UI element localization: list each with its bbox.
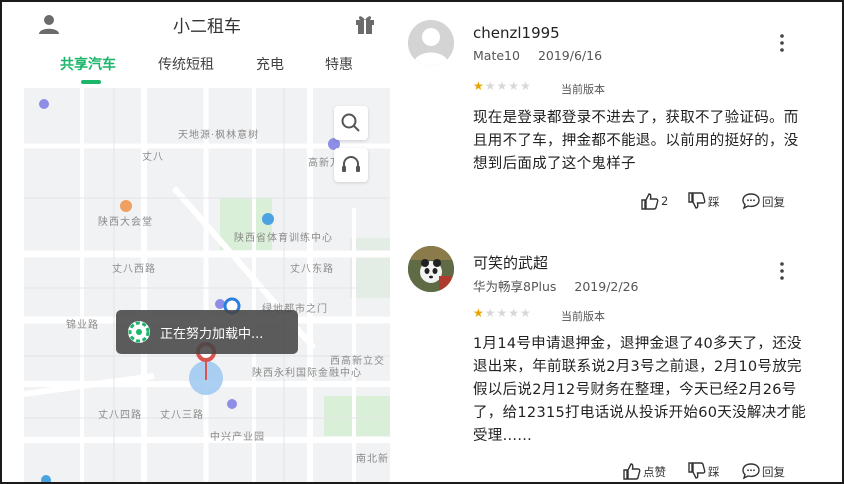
- tab-shared-car[interactable]: 共享汽车: [60, 54, 116, 74]
- review-date: 2019/6/16: [537, 48, 603, 63]
- loading-toast: 正在努力加载中...: [116, 310, 298, 354]
- tab-deals[interactable]: 特惠: [325, 54, 353, 74]
- reply-label: 回复: [762, 195, 785, 209]
- review-text: 1月14号申请退押金，退押金退了40多天了，还没退出来，年前联系说2月3号之前退…: [473, 336, 807, 444]
- dislike-label: 踩: [708, 195, 720, 209]
- map-label-yongli: 陕西永利国际金融中心: [252, 368, 362, 379]
- map-label-zhangba-3: 丈八三路: [160, 410, 204, 421]
- map-label-nanbei: 南北新: [356, 454, 389, 465]
- user-photo-avatar: [408, 246, 454, 292]
- headset-icon: [342, 156, 360, 172]
- map-label-tiandiyuan: 天地源·枫林意树: [178, 130, 260, 141]
- map-label-zhangba-west: 丈八西路: [112, 264, 156, 275]
- app-screen: 小二租车 共享汽车 传统短租 充电 特惠 天地源·枫林意树 丈八 高新万 陕西大…: [24, 4, 390, 482]
- map-label-zhangba-east: 丈八东路: [290, 264, 334, 275]
- map-search-button[interactable]: [334, 106, 368, 140]
- avatar: [408, 246, 454, 292]
- version-label: 当前版本: [561, 310, 605, 323]
- like-count: 2: [661, 194, 669, 208]
- search-icon: [341, 113, 360, 132]
- customer-service-button[interactable]: [334, 148, 368, 182]
- version-label: 当前版本: [561, 83, 605, 96]
- map-view[interactable]: 天地源·枫林意树 丈八 高新万 陕西大会堂 陕西省体育训练中心 丈八东路 丈八西…: [24, 88, 390, 482]
- thumbs-up-icon: [641, 193, 659, 210]
- map-label-zhangba: 丈八: [142, 152, 164, 163]
- comment-icon: [742, 193, 760, 210]
- loading-spinner-icon: [128, 321, 150, 343]
- map-label-zte-park: 中兴产业园: [210, 432, 265, 443]
- reviewer-name: 可笑的武超: [473, 254, 549, 272]
- dislike-label: 踩: [708, 465, 720, 479]
- active-tab-indicator: [81, 80, 101, 84]
- category-tabs: 共享汽车 传统短租 充电 特惠: [24, 52, 390, 86]
- reviewer-device: Mate10: [473, 48, 520, 63]
- reviewer-name: chenzl1995: [473, 24, 560, 42]
- review-meta: Mate10 2019/6/16: [473, 48, 620, 63]
- default-avatar-icon: [408, 20, 454, 66]
- review-meta: 华为畅享8Plus 2019/2/26: [473, 276, 657, 295]
- map-label-sports-center: 陕西省体育训练中心: [234, 233, 333, 244]
- review-text: 现在是登录都登录不进去了，获取不了验证码。而且用不了车，押金都不能退。以前用的挺…: [473, 110, 799, 172]
- tab-traditional-rental[interactable]: 传统短租: [158, 54, 214, 74]
- map-label-zhangba-4: 丈八四路: [98, 410, 142, 421]
- map-label-huitang: 陕西大会堂: [98, 217, 153, 228]
- comment-icon: [742, 463, 760, 480]
- thumbs-down-icon: [688, 192, 706, 209]
- star-rating: ★★★★★: [473, 79, 532, 93]
- app-header: 小二租车: [24, 4, 390, 44]
- star-rating: ★★★★★: [473, 306, 532, 320]
- reviews-list: chenzl1995 Mate10 2019/6/16 ★★★★★ 当前版本 现在…: [398, 4, 842, 482]
- map-label-jinye-road: 锦业路: [66, 320, 99, 331]
- loading-text: 正在努力加载中...: [160, 327, 264, 342]
- tab-charging[interactable]: 充电: [256, 54, 284, 74]
- thumbs-up-icon: [623, 463, 641, 480]
- more-options-icon[interactable]: [776, 32, 788, 54]
- reviewer-device: 华为畅享8Plus: [473, 279, 557, 294]
- avatar: [408, 20, 454, 66]
- app-title: 小二租车: [173, 17, 241, 37]
- review-date: 2019/2/26: [574, 279, 639, 294]
- gift-icon[interactable]: [354, 13, 376, 35]
- more-options-icon[interactable]: [776, 260, 788, 282]
- like-label: 点赞: [643, 465, 666, 479]
- screenshot-frame: 小二租车 共享汽车 传统短租 充电 特惠 天地源·枫林意树 丈八 高新万 陕西大…: [0, 0, 844, 484]
- reply-label: 回复: [762, 465, 785, 479]
- thumbs-down-icon: [688, 462, 706, 479]
